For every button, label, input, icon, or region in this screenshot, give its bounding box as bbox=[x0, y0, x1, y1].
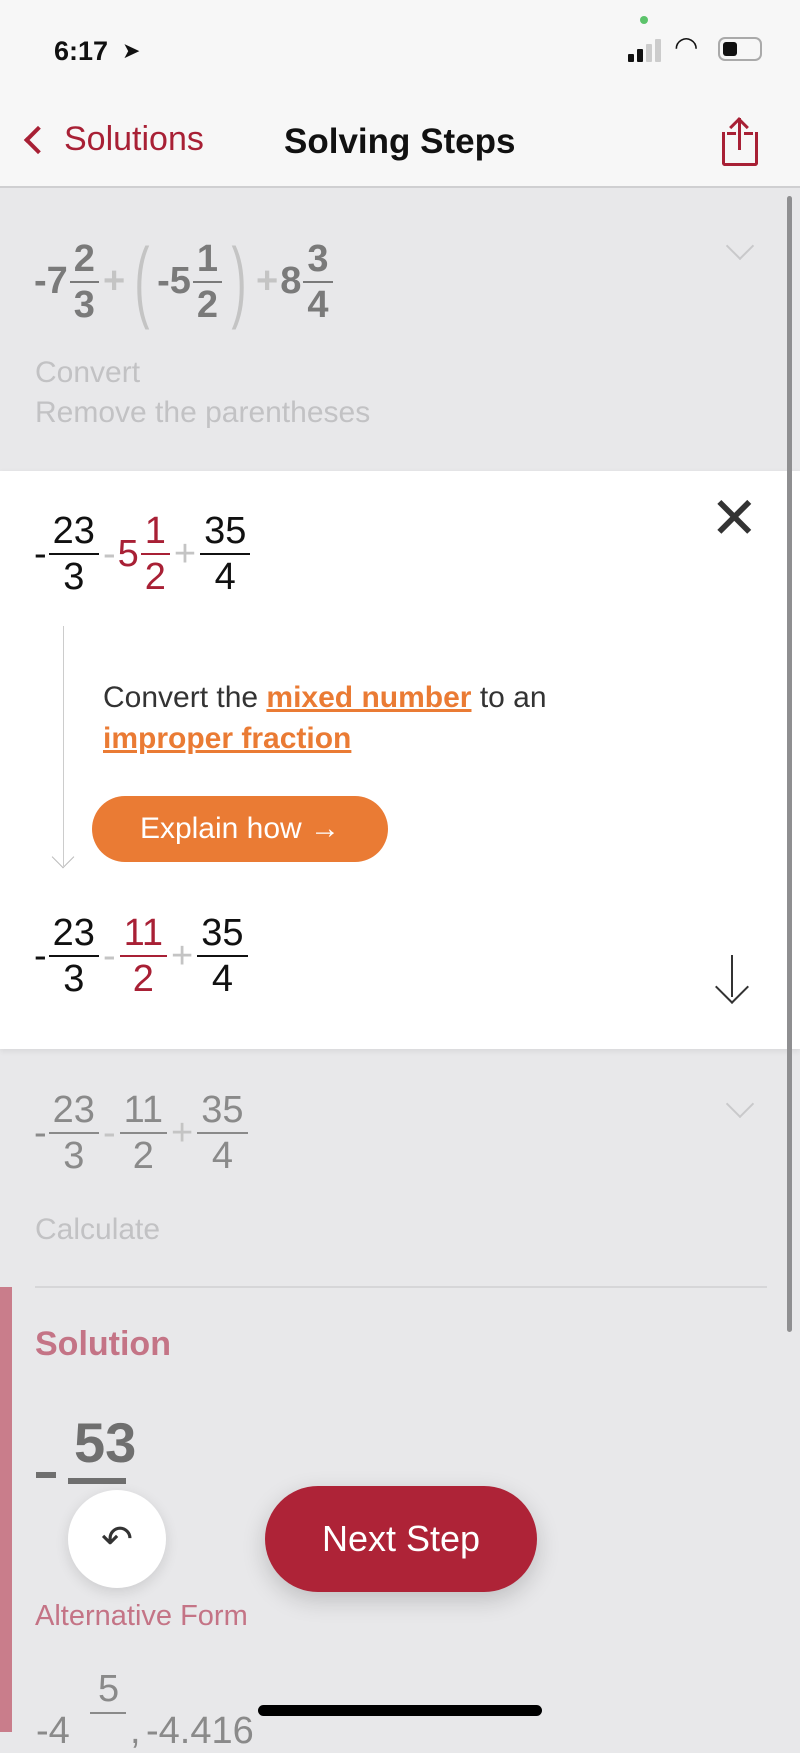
left-paren: ( bbox=[134, 231, 150, 331]
explain-how-button[interactable]: Explain how → bbox=[92, 796, 388, 862]
numerator: 35 bbox=[204, 510, 247, 552]
numerator: 2 bbox=[73, 237, 95, 280]
numerator: 35 bbox=[201, 912, 244, 954]
operator: + bbox=[102, 260, 126, 302]
back-button[interactable]: Solutions bbox=[18, 120, 204, 159]
location-arrow-icon: ➤ bbox=[122, 38, 141, 63]
scrollbar[interactable] bbox=[787, 196, 792, 1332]
undo-icon: ↶ bbox=[101, 1518, 133, 1561]
back-label: Solutions bbox=[64, 120, 204, 158]
page-title: Solving Steps bbox=[284, 122, 516, 161]
denominator: 3 bbox=[63, 958, 85, 1000]
step-before-expression: - 23 3 - 5 12 + 35 4 bbox=[34, 509, 252, 599]
step-3-expression: - 23 3 - 11 2 + 35 4 bbox=[34, 1088, 250, 1178]
denominator: 2 bbox=[132, 1135, 154, 1177]
chevron-down-icon[interactable] bbox=[725, 231, 755, 261]
denominator: 2 bbox=[196, 283, 219, 326]
step-1-label: Convert bbox=[35, 356, 141, 389]
whole: -7 bbox=[34, 260, 68, 302]
close-icon[interactable]: ✕ bbox=[710, 489, 759, 549]
numerator: 5 bbox=[98, 1668, 120, 1710]
numerator: 11 bbox=[123, 1089, 164, 1131]
navigation-bar: Solutions Solving Steps bbox=[0, 100, 800, 188]
denominator: 3 bbox=[73, 283, 95, 326]
wifi-icon: ◠ bbox=[674, 31, 699, 62]
operator: + bbox=[171, 1111, 194, 1154]
step-1-description: Remove the parentheses bbox=[35, 396, 371, 429]
mixed-number-link[interactable]: mixed number bbox=[266, 681, 471, 714]
undo-button[interactable]: ↶ bbox=[68, 1490, 166, 1588]
arrow-down-icon bbox=[51, 845, 75, 869]
step-1-expression: -7 23 + ( -5 12 ) + 8 34 bbox=[34, 230, 335, 333]
home-indicator[interactable] bbox=[258, 1705, 542, 1716]
step-3[interactable]: - 23 3 - 11 2 + 35 4 Calculate bbox=[0, 1050, 800, 1288]
battery-icon bbox=[718, 37, 762, 61]
numerator: 1 bbox=[144, 510, 166, 552]
denominator: 4 bbox=[211, 1135, 233, 1177]
operator: + bbox=[173, 532, 197, 575]
step-after-expression: - 23 3 - 11 2 + 35 4 bbox=[34, 911, 250, 1001]
denominator: 4 bbox=[214, 556, 236, 598]
operator: - bbox=[102, 1111, 116, 1154]
privacy-dot bbox=[640, 16, 648, 24]
whole: 5 bbox=[117, 532, 139, 575]
active-step-card: - 23 3 - 5 12 + 35 4 ✕ Convert the mixed n… bbox=[0, 471, 800, 1049]
numerator: 35 bbox=[201, 1089, 244, 1131]
step-1[interactable]: -7 23 + ( -5 12 ) + 8 34 Convert Remove … bbox=[0, 190, 800, 471]
whole: 8 bbox=[280, 260, 302, 302]
sign: - bbox=[34, 934, 47, 977]
explanation-text: to an bbox=[471, 681, 547, 714]
operator: + bbox=[256, 260, 279, 302]
status-bar: 6:17 ➤ ◠ bbox=[0, 0, 800, 100]
chevron-left-icon bbox=[23, 125, 53, 154]
numerator: 23 bbox=[52, 912, 95, 954]
minus-sign bbox=[36, 1472, 56, 1478]
next-step-button[interactable]: Next Step bbox=[265, 1486, 537, 1592]
sign: - bbox=[34, 1111, 47, 1154]
numerator: 11 bbox=[123, 912, 164, 954]
operator: + bbox=[171, 934, 194, 977]
whole: -5 bbox=[157, 260, 191, 302]
sign: - bbox=[34, 532, 47, 575]
numerator: 3 bbox=[307, 237, 329, 280]
solution-accent-bar bbox=[0, 1287, 12, 1732]
explanation-text: Convert the bbox=[103, 681, 267, 714]
numerator: 23 bbox=[52, 1089, 95, 1131]
step-connector-line bbox=[63, 626, 64, 866]
solution-heading: Solution bbox=[35, 1325, 171, 1363]
operator: - bbox=[102, 934, 116, 977]
improper-fraction-link[interactable]: improper fraction bbox=[103, 722, 351, 755]
arrow-down-icon[interactable] bbox=[714, 955, 750, 1004]
right-paren: ) bbox=[231, 231, 247, 331]
status-time: 6:17 bbox=[54, 36, 109, 66]
cellular-signal-icon bbox=[628, 38, 664, 62]
denominator: 3 bbox=[63, 1135, 85, 1177]
denominator: 3 bbox=[63, 556, 85, 598]
fraction-bar bbox=[68, 1478, 126, 1484]
denominator: 4 bbox=[307, 283, 329, 326]
divider bbox=[35, 1286, 767, 1288]
numerator: 1 bbox=[196, 237, 219, 280]
share-icon[interactable] bbox=[722, 116, 758, 166]
chevron-down-icon[interactable] bbox=[725, 1089, 755, 1119]
denominator: 2 bbox=[144, 556, 166, 598]
step-explanation: Convert the mixed number to an improper … bbox=[103, 677, 703, 759]
alternative-form-heading: Alternative Form bbox=[35, 1600, 248, 1632]
numerator: 23 bbox=[52, 510, 95, 552]
denominator: 4 bbox=[211, 958, 233, 1000]
operator: - bbox=[102, 532, 116, 575]
alternative-form-value: -4 5 , -4.416 bbox=[36, 1668, 436, 1752]
numerator: 53 bbox=[74, 1411, 137, 1474]
step-3-label: Calculate bbox=[35, 1213, 161, 1246]
denominator: 2 bbox=[132, 958, 154, 1000]
